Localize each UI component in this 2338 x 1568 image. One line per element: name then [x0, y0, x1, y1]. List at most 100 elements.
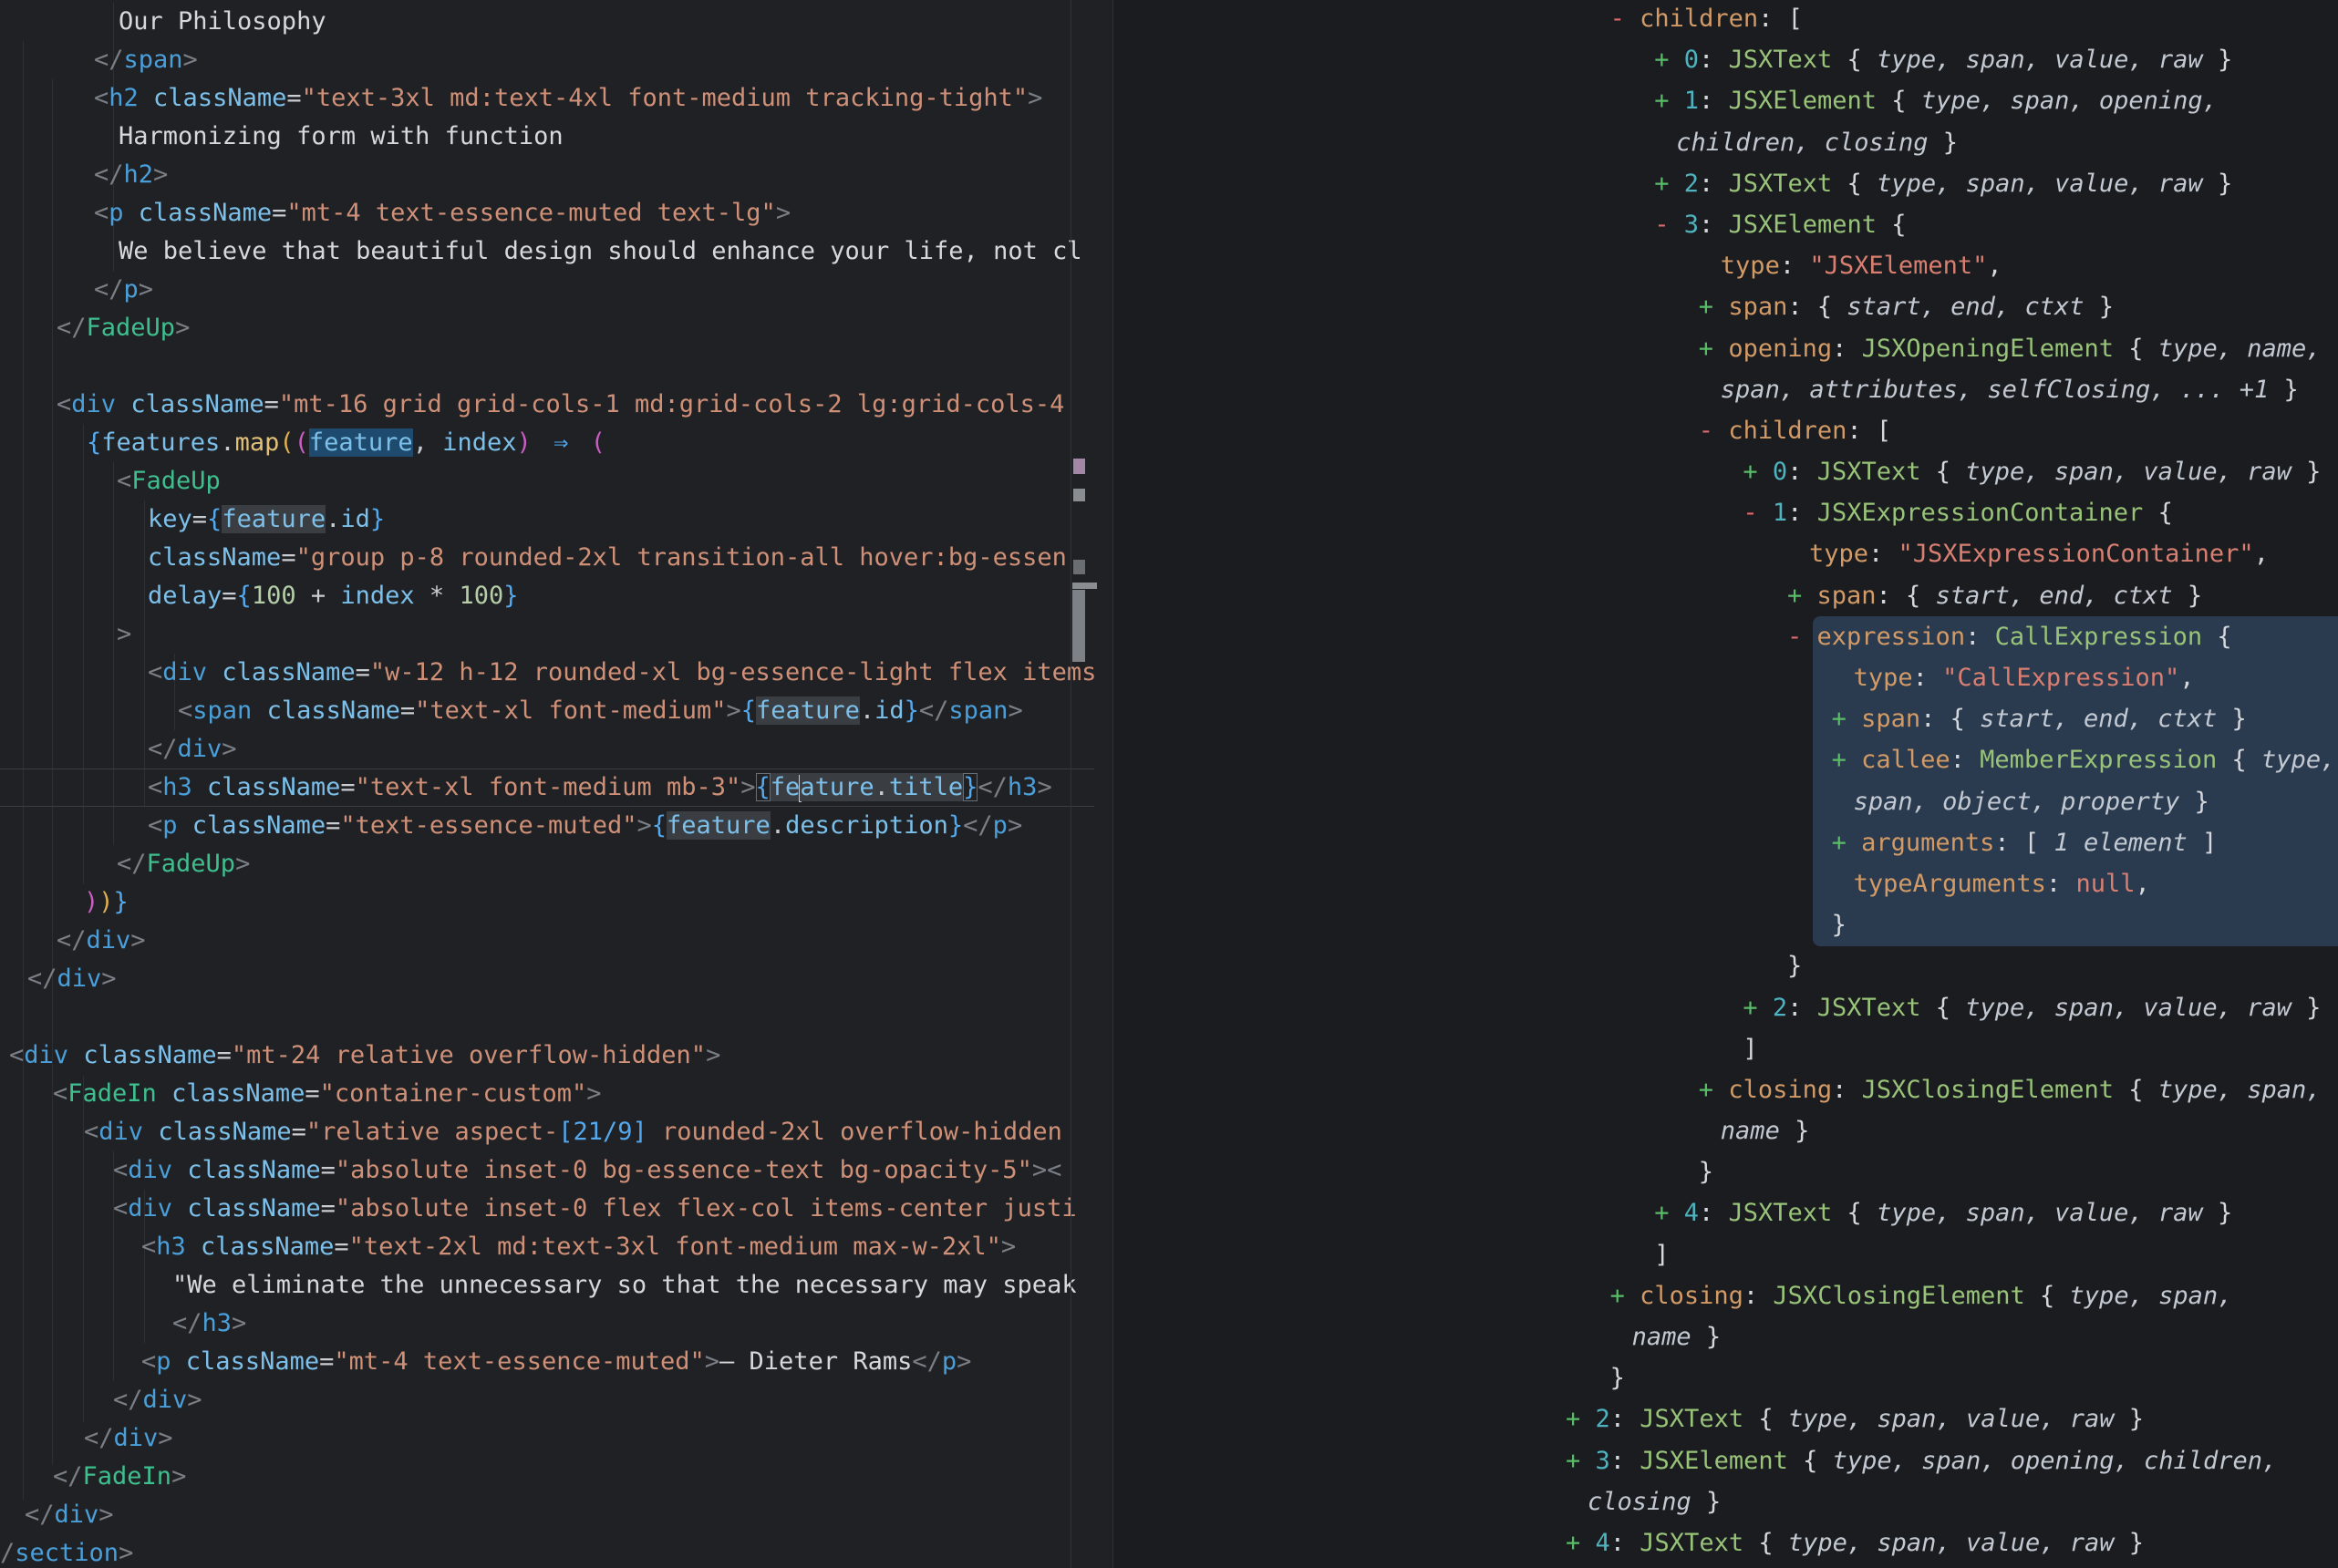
ast-node-line[interactable]: type: "CallExpression", [0, 657, 2338, 698]
token: } [2179, 788, 2209, 816]
ast-node-line[interactable]: span, attributes, selfClosing, ... +1 } [0, 369, 2338, 410]
ast-node-line[interactable]: + callee: MemberExpression { type, [0, 739, 2338, 780]
ast-node-line[interactable]: + opening: JSXOpeningElement { type, nam… [0, 328, 2338, 369]
ast-node-line[interactable]: - expression: CallExpression { [0, 616, 2338, 657]
expand-toggle-icon[interactable]: + [1566, 1405, 1596, 1433]
ast-node-line[interactable]: children, closing } [0, 122, 2338, 163]
token: : [1913, 664, 1943, 692]
expand-toggle-icon[interactable]: + [1743, 994, 1773, 1022]
token: type, span, [2070, 1282, 2233, 1310]
token: : [2046, 870, 2076, 898]
ast-node-line[interactable]: ] [0, 1028, 2338, 1069]
token: JSXClosingElement [1862, 1076, 2114, 1104]
ast-node-line[interactable]: + span: { start, end, ctxt } [0, 575, 2338, 616]
expand-toggle-icon[interactable]: + [1832, 705, 1862, 733]
token: { [1920, 458, 1965, 486]
ast-node-line[interactable]: + closing: JSXClosingElement { type, spa… [0, 1069, 2338, 1110]
token: JSXText [1728, 1199, 1832, 1227]
ast-node-line[interactable]: } [0, 1357, 2338, 1398]
collapse-toggle-icon[interactable]: - [1654, 211, 1684, 239]
token: span [1817, 582, 1877, 610]
token: "JSXExpressionContainer" [1898, 540, 2254, 568]
ast-node-line[interactable]: name } [0, 1110, 2338, 1151]
token: : { [1920, 705, 1980, 733]
token: , [2179, 664, 2194, 692]
token: { [1832, 1199, 1877, 1227]
ast-node-line[interactable]: type: "JSXElement", [0, 245, 2338, 286]
token: "CallExpression" [1942, 664, 2179, 692]
expand-toggle-icon[interactable]: + [1654, 46, 1684, 74]
token: : [1950, 746, 1981, 774]
ast-node-line[interactable]: - children: [ [0, 410, 2338, 451]
expand-toggle-icon[interactable]: + [1832, 829, 1862, 857]
token: : [1787, 458, 1817, 486]
token: 2 [1596, 1405, 1610, 1433]
ast-node-line[interactable]: } [0, 1151, 2338, 1192]
ast-node-line[interactable]: ] [0, 1234, 2338, 1275]
ast-node-line[interactable]: + 2: JSXText { type, span, value, raw } [0, 1398, 2338, 1439]
token: typeArguments [1854, 870, 2046, 898]
ast-node-line[interactable]: type: "JSXExpressionContainer", [0, 533, 2338, 574]
token: : [1832, 1076, 1862, 1104]
ast-node-line[interactable]: + 3: JSXElement { type, span, opening, c… [0, 1440, 2338, 1481]
token: , [2135, 870, 2149, 898]
ast-node-line[interactable]: - children: [ [0, 0, 2338, 39]
ast-node-line[interactable]: span, object, property } [0, 781, 2338, 822]
expand-toggle-icon[interactable]: + [1610, 1282, 1640, 1310]
token: } [2203, 170, 2233, 198]
ast-node-line[interactable]: + 4: JSXText { type, span, value, raw } [0, 1522, 2338, 1563]
expand-toggle-icon[interactable]: + [1699, 293, 1729, 321]
token: { [1877, 211, 1907, 239]
expand-toggle-icon[interactable]: + [1654, 1199, 1684, 1227]
ast-node-line[interactable]: + closing: JSXClosingElement { type, spa… [0, 1275, 2338, 1316]
expand-toggle-icon[interactable]: + [1566, 1529, 1596, 1557]
token: { [1788, 1447, 1833, 1475]
expand-toggle-icon[interactable]: + [1699, 1076, 1729, 1104]
token: type, [2261, 746, 2335, 774]
token: start, end, ctxt [1980, 705, 2217, 733]
expand-toggle-icon[interactable]: + [1566, 1447, 1596, 1475]
ast-node-line[interactable]: - 1: JSXExpressionContainer { [0, 492, 2338, 533]
ast-node-line[interactable]: + span: { start, end, ctxt } [0, 698, 2338, 739]
token: : [ [1758, 5, 1803, 33]
expand-toggle-icon[interactable]: + [1654, 87, 1684, 115]
token: type [1809, 540, 1868, 568]
token: : [ [1994, 829, 2054, 857]
expand-toggle-icon[interactable]: + [1787, 582, 1817, 610]
token: type, span, value, raw [1877, 46, 2203, 74]
expand-toggle-icon[interactable]: + [1743, 458, 1773, 486]
token: opening [1728, 335, 1832, 363]
ast-node-line[interactable]: + 2: JSXText { type, span, value, raw } [0, 163, 2338, 204]
token: } [2084, 293, 2114, 321]
collapse-toggle-icon[interactable]: - [1610, 5, 1640, 33]
ast-node-line[interactable]: typeArguments: null, [0, 863, 2338, 904]
ast-node-line[interactable]: + 4: JSXText { type, span, value, raw } [0, 1192, 2338, 1233]
token: } [1832, 911, 1847, 939]
token: } [2291, 994, 2322, 1022]
token: JSXText [1640, 1405, 1743, 1433]
token: 3 [1596, 1447, 1610, 1475]
ast-node-line[interactable]: + span: { start, end, ctxt } [0, 286, 2338, 327]
ast-node-line[interactable]: + arguments: [ 1 element ] [0, 822, 2338, 863]
token: "JSXElement" [1809, 252, 1987, 280]
token: span, object, property [1854, 788, 2180, 816]
ast-node-line[interactable]: closing } [0, 1481, 2338, 1522]
expand-toggle-icon[interactable]: + [1699, 335, 1729, 363]
expand-toggle-icon[interactable]: + [1654, 170, 1684, 198]
collapse-toggle-icon[interactable]: - [1743, 499, 1773, 527]
ast-node-line[interactable]: - 3: JSXElement { [0, 204, 2338, 245]
ast-node-line[interactable]: + 0: JSXText { type, span, value, raw } [0, 451, 2338, 492]
token: 2 [1773, 994, 1787, 1022]
ast-node-line[interactable]: + 0: JSXText { type, span, value, raw } [0, 39, 2338, 80]
ast-node-line[interactable]: } [0, 945, 2338, 986]
ast-node-line[interactable]: } [0, 904, 2338, 945]
token: children [1640, 5, 1758, 33]
ast-node-line[interactable]: name } [0, 1316, 2338, 1357]
token: } [1787, 952, 1802, 980]
ast-node-line[interactable]: + 2: JSXText { type, span, value, raw } [0, 987, 2338, 1028]
token: , [2254, 540, 2269, 568]
collapse-toggle-icon[interactable]: - [1699, 417, 1729, 445]
collapse-toggle-icon[interactable]: - [1787, 623, 1817, 651]
expand-toggle-icon[interactable]: + [1832, 746, 1862, 774]
ast-node-line[interactable]: + 1: JSXElement { type, span, opening, [0, 80, 2338, 121]
